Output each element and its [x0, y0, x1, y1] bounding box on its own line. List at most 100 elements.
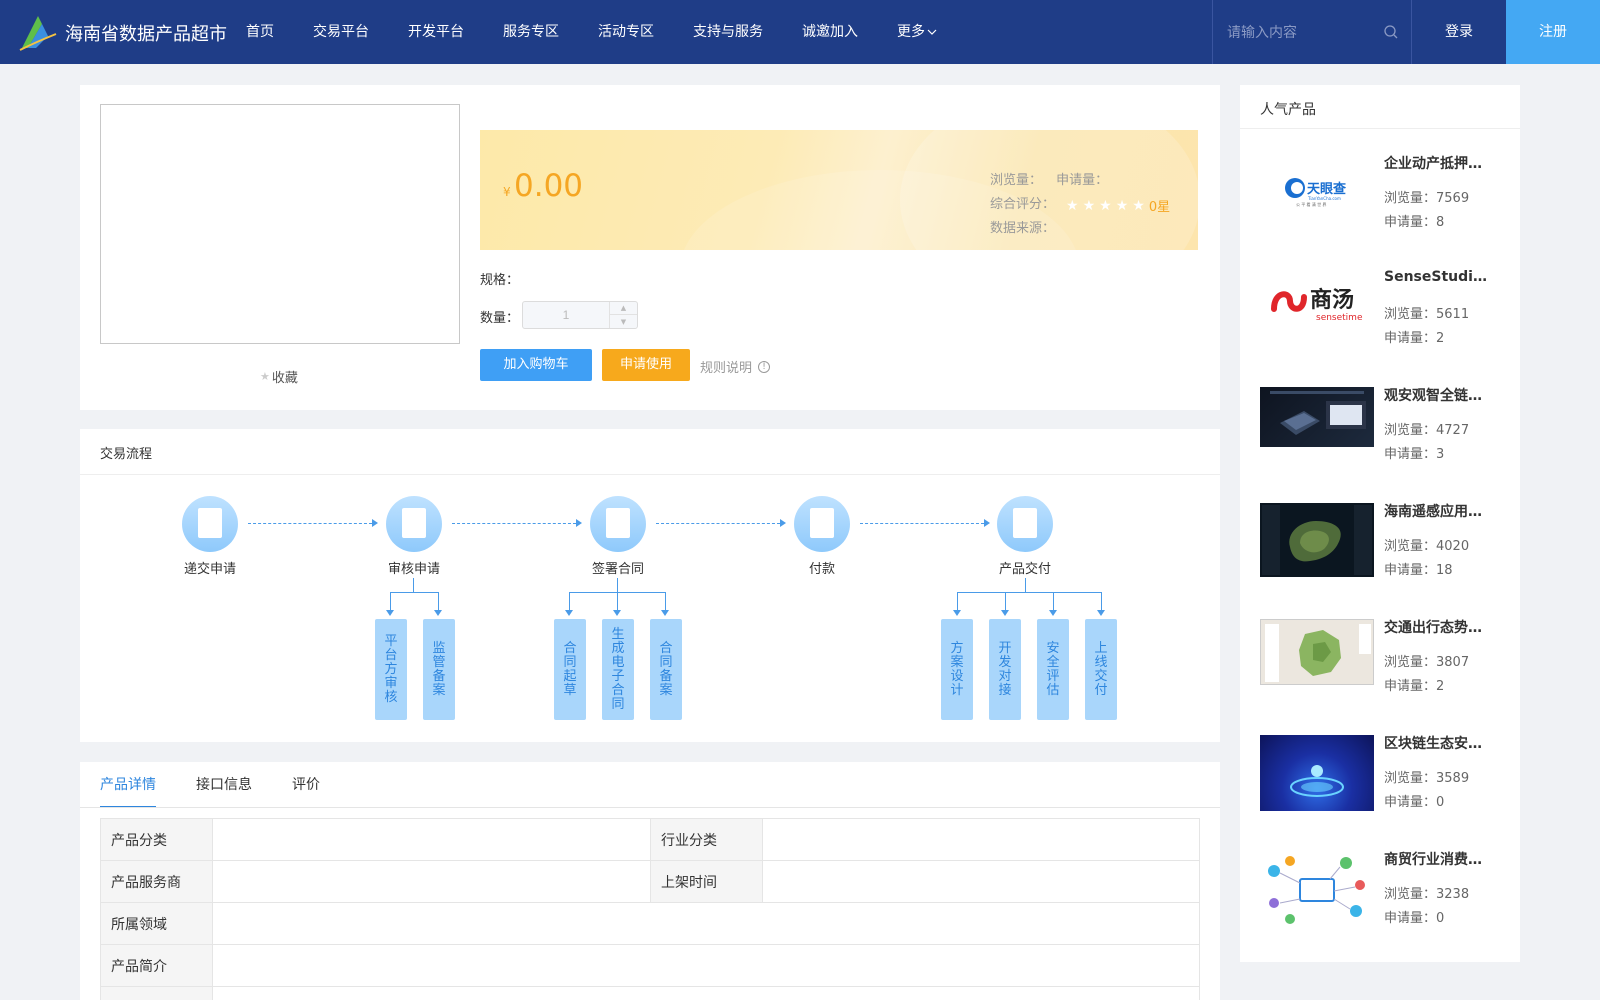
popular-item-applications: 申请量：0 — [1384, 795, 1445, 810]
nav-join[interactable]: 诚邀加入 — [802, 0, 858, 64]
quantity-label: 数量： — [480, 311, 520, 326]
popular-item-name: 观安观智全链… — [1384, 388, 1482, 404]
product-details-panel: 产品详情 接口信息 评价 产品分类 行业分类 产品服务商 上架时间 所属领域 产… — [80, 762, 1220, 1000]
add-to-cart-button[interactable]: 加入购物车 — [480, 349, 592, 381]
nav-more-label: 更多 — [897, 24, 925, 40]
intro-label: 产品简介 — [100, 944, 213, 987]
price-box: ¥ 0.00 浏览量： 申请量： 综合评分： ★ ★ ★ ★ ★ 0星 数据来源… — [480, 130, 1198, 250]
details-table: 产品分类 行业分类 产品服务商 上架时间 所属领域 产品简介 — [100, 818, 1200, 1000]
rating-star-icon: ★ — [1115, 197, 1129, 214]
payment-icon — [794, 496, 850, 552]
popular-item-views: 浏览量：3589 — [1384, 771, 1470, 786]
popular-item[interactable]: 天眼查 TianYanCha.com 公 平 看 清 世 界 企业动产抵押… 浏… — [1260, 155, 1510, 255]
flow-step-label: 递交申请 — [183, 562, 236, 577]
nav-more[interactable]: 更多 — [897, 0, 937, 64]
product-thumbnail: 天眼查 TianYanCha.com 公 平 看 清 世 界 — [1260, 155, 1374, 221]
popular-item[interactable]: 商汤 sensetime SenseStudio… 浏览量：5611 申请量：2 — [1260, 269, 1510, 371]
popular-item-applications: 申请量：2 — [1384, 679, 1445, 694]
popular-item[interactable]: 交通出行态势… 浏览量：3807 申请量：2 — [1260, 619, 1510, 719]
tab-api-info[interactable]: 接口信息 — [196, 762, 252, 808]
rating-star-icon: ★ — [1066, 197, 1079, 214]
sign-contract-icon — [590, 496, 646, 552]
flow-step-contract: 签署合同 — [563, 496, 673, 577]
rating-label: 综合评分： — [990, 197, 1056, 212]
site-title[interactable]: 海南省数据产品超市 — [65, 20, 227, 46]
details-tabs: 产品详情 接口信息 评价 — [100, 762, 360, 808]
domain-label: 所属领域 — [100, 902, 213, 945]
popular-item[interactable]: 商贸行业消费… 浏览量：3238 申请量：0 — [1260, 851, 1510, 951]
svg-text:sensetime: sensetime — [1316, 313, 1363, 323]
popular-item[interactable]: 区块链生态安… 浏览量：3589 申请量：0 — [1260, 735, 1510, 835]
search-box — [1212, 0, 1412, 64]
tab-reviews[interactable]: 评价 — [292, 762, 320, 808]
popular-item-name: 区块链生态安… — [1384, 736, 1482, 752]
favorite-button[interactable]: ★ 收藏 — [260, 367, 298, 386]
popular-item-name: 商贸行业消费… — [1384, 852, 1482, 868]
rating-star-icon: ★ — [1099, 197, 1112, 214]
favorite-label: 收藏 — [271, 371, 298, 386]
nav-activity-zone[interactable]: 活动专区 — [598, 0, 654, 64]
search-icon[interactable] — [1383, 24, 1399, 40]
flow-step-label: 审核申请 — [387, 562, 440, 577]
applications-label: 申请量： — [1056, 173, 1109, 188]
flow-step-submit: 递交申请 — [155, 496, 265, 577]
popular-item-applications: 申请量：3 — [1384, 447, 1445, 462]
spec-label: 规格： — [480, 273, 520, 288]
increment-button[interactable]: ▲ — [610, 302, 637, 315]
industry-label: 行业分类 — [650, 818, 763, 861]
nav-service-zone[interactable]: 服务专区 — [503, 0, 559, 64]
nav-home[interactable]: 首页 — [246, 0, 274, 64]
review-application-icon — [386, 496, 442, 552]
popular-item-applications: 申请量：0 — [1384, 911, 1445, 926]
substep-platform-review: 平台方审核 — [375, 619, 407, 720]
main-nav: 首页 交易平台 开发平台 服务专区 活动专区 支持与服务 诚邀加入 更多 — [246, 0, 976, 64]
submit-application-icon — [182, 496, 238, 552]
popular-products-panel: 人气产品 天眼查 TianYanCha.com 公 平 看 清 世 界 企业动产… — [1240, 85, 1520, 962]
views-label: 浏览量： — [990, 173, 1043, 188]
nav-support[interactable]: 支持与服务 — [693, 0, 763, 64]
table-row: 所属领域 — [100, 902, 1200, 945]
quantity-stepper: ▲ ▼ — [522, 301, 638, 329]
rules-link[interactable]: 规则说明 ! — [700, 357, 771, 376]
listed-time-label: 上架时间 — [650, 860, 763, 903]
product-thumbnail — [1260, 503, 1374, 577]
substep-contract-filing: 合同备案 — [650, 619, 682, 720]
stats-line: 浏览量： 申请量： — [990, 169, 1108, 188]
popular-item[interactable]: 海南遥感应用… 浏览量：4020 申请量：18 — [1260, 503, 1510, 603]
popular-item-name: 交通出行态势… — [1384, 620, 1482, 636]
popular-item-views: 浏览量：7569 — [1384, 191, 1470, 206]
rating-star-icon: ★ — [1082, 197, 1096, 214]
tab-product-details[interactable]: 产品详情 — [100, 762, 156, 808]
popular-item[interactable]: 观安观智全链… 浏览量：4727 申请量：3 — [1260, 387, 1510, 487]
flow-title: 交易流程 — [100, 447, 153, 462]
table-row — [100, 986, 1200, 1000]
category-value — [212, 818, 651, 861]
substep-dev-integration: 开发对接 — [989, 619, 1021, 720]
nav-dev-platform[interactable]: 开发平台 — [408, 0, 464, 64]
popular-item-name: 企业动产抵押… — [1384, 156, 1482, 172]
industry-value — [762, 818, 1200, 861]
quantity-input[interactable] — [523, 302, 609, 328]
trade-flow-panel: 交易流程 递交申请 审核申请 签署合同 付款 产品交付 平台方审核 监管备案 合 — [80, 429, 1220, 742]
popular-item-views: 浏览量：4727 — [1384, 423, 1470, 438]
tianyancha-logo-text: 天眼查 — [1307, 181, 1347, 197]
apply-button[interactable]: 申请使用 — [602, 349, 690, 381]
product-thumbnail — [1260, 735, 1374, 811]
domain-value — [212, 902, 1200, 945]
substep-contract-draft: 合同起草 — [554, 619, 586, 720]
nav-trading-platform[interactable]: 交易平台 — [313, 0, 369, 64]
flow-step-label: 产品交付 — [998, 562, 1051, 577]
svg-text:TianYanCha.com: TianYanCha.com — [1307, 196, 1341, 201]
rating-text: 0星 — [1148, 200, 1171, 215]
search-input[interactable] — [1227, 22, 1377, 42]
decrement-button[interactable]: ▼ — [610, 315, 637, 328]
register-button[interactable]: 注册 — [1506, 0, 1600, 64]
login-button[interactable]: 登录 — [1412, 0, 1506, 64]
source-label: 数据来源： — [990, 221, 1056, 236]
site-logo[interactable] — [18, 12, 58, 52]
product-thumbnail — [1260, 387, 1374, 447]
popular-item-views: 浏览量：5611 — [1384, 307, 1470, 322]
product-thumbnail: 商汤 sensetime — [1260, 271, 1374, 337]
product-thumbnail — [1260, 619, 1374, 685]
popular-item-views: 浏览量：3807 — [1384, 655, 1470, 670]
